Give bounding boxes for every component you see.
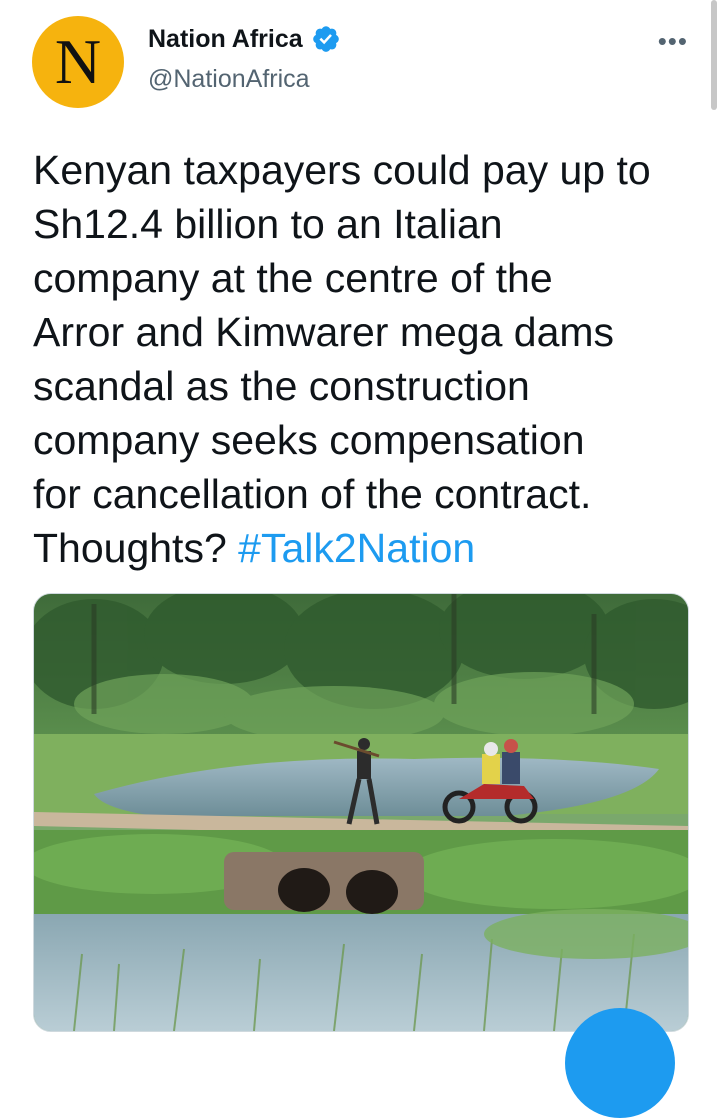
avatar-letter: N (54, 26, 102, 97)
tweet-body: Kenyan taxpayers could pay up to Sh12.4 … (33, 147, 651, 571)
verified-badge-icon (312, 26, 339, 52)
more-horizontal-icon[interactable]: ••• (658, 28, 688, 54)
hashtag-link[interactable]: #Talk2Nation (238, 525, 475, 571)
tweet-text: Kenyan taxpayers could pay up to Sh12.4 … (33, 143, 697, 575)
tweet-photo[interactable] (33, 593, 689, 1032)
photo-icon (34, 594, 688, 1031)
scrollbar[interactable] (711, 0, 717, 110)
compose-icon[interactable] (565, 1008, 675, 1118)
avatar[interactable]: N (32, 16, 124, 108)
tweet-header: N Nation Africa @NationAfrica ••• (32, 16, 692, 111)
author-display-name[interactable]: Nation Africa (148, 25, 303, 54)
author-name-row: Nation Africa (148, 24, 341, 54)
author-handle[interactable]: @NationAfrica (148, 65, 310, 94)
